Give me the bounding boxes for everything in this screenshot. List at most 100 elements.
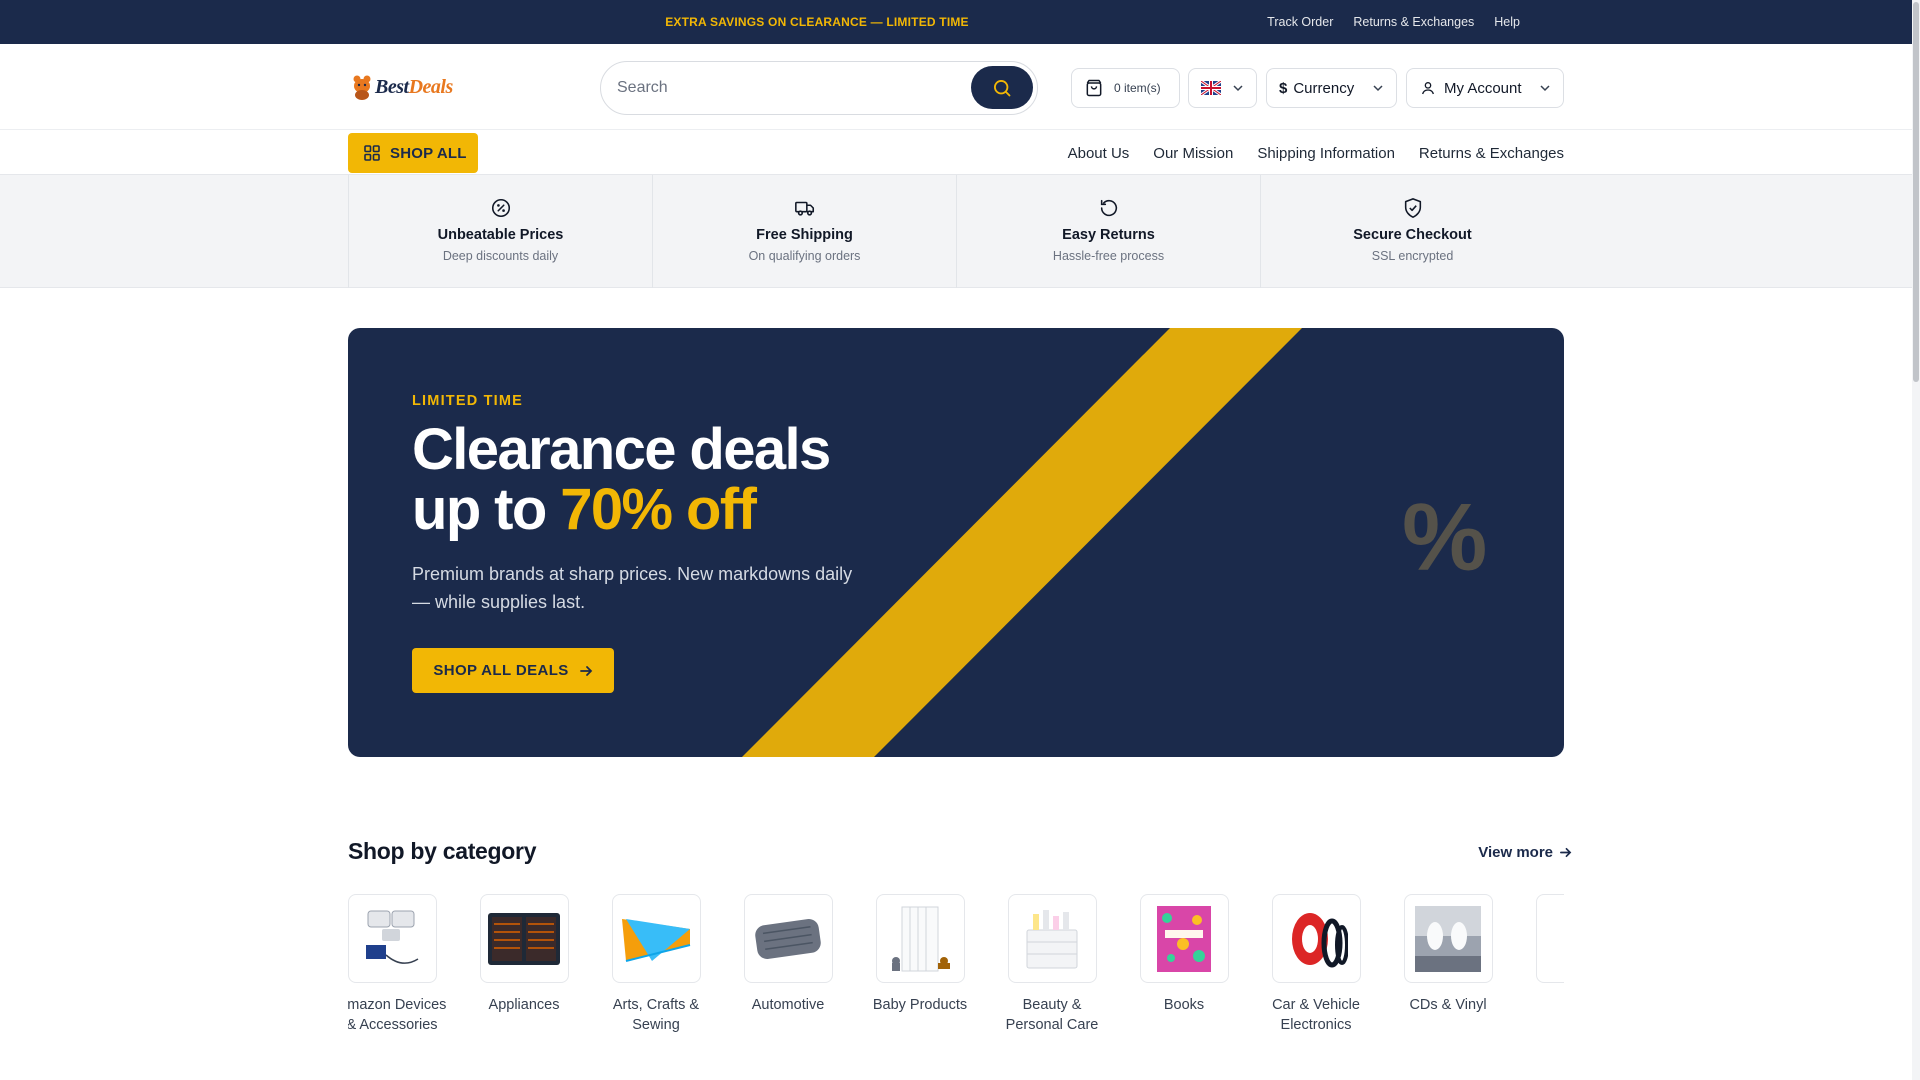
hero-banner: LIMITED TIME Clearance deals up to 70% o… (348, 328, 1564, 757)
feature-title: Unbeatable Prices (437, 227, 564, 243)
category-name: Amazon Devices & Accessories (348, 997, 447, 1033)
search-icon (994, 79, 1011, 96)
bear-logo-icon (353, 75, 371, 100)
feature-title: Free Shipping (756, 227, 853, 243)
badge-percent-icon (491, 198, 510, 218)
category-image (479, 894, 569, 983)
category-automotive[interactable]: Automotive (732, 894, 844, 1015)
category-image (743, 894, 833, 983)
category-arts-crafts-sewing[interactable]: Arts, Crafts & Sewing (600, 894, 712, 1034)
nav-shipping-information[interactable]: Shipping Information (1257, 145, 1395, 162)
category-baby-products[interactable]: Baby Products (864, 894, 976, 1015)
search-bar (600, 61, 1038, 115)
features-strip: Unbeatable Prices Deep discounts daily F… (0, 175, 1912, 288)
currency-selector[interactable]: $ Currency (1266, 68, 1397, 108)
help-link[interactable]: Help (1494, 15, 1520, 29)
feature-subtitle: Hassle-free process (1052, 249, 1165, 263)
cart-button[interactable]: 0 item(s) (1071, 68, 1180, 108)
logo-text-best: Best (375, 75, 409, 98)
category-beauty-personal-care[interactable]: Beauty & Personal Care (996, 894, 1108, 1034)
utility-links: Track Order Returns & Exchanges Help (1267, 0, 1520, 44)
category-name: CDs & Vinyl (1409, 997, 1487, 1013)
cta-label: SHOP ALL DEALS (433, 662, 569, 679)
feature-title: Secure Checkout (1353, 227, 1472, 243)
account-label: My Account (1444, 79, 1522, 97)
hero-headline-line1: Clearance deals (412, 417, 831, 482)
track-order-link[interactable]: Track Order (1267, 15, 1333, 29)
grid-icon (364, 145, 380, 161)
feature-unbeatable-prices: Unbeatable Prices Deep discounts daily (348, 175, 652, 288)
feature-easy-returns: Easy Returns Hassle-free process (956, 175, 1260, 288)
shopping-bag-icon (1086, 79, 1102, 97)
promo-bar: EXTRA SAVINGS ON CLEARANCE — LIMITED TIM… (0, 0, 1912, 44)
category-image (1139, 894, 1229, 983)
account-menu[interactable]: My Account (1406, 68, 1564, 108)
chevron-down-icon (1233, 85, 1243, 92)
site-logo[interactable]: Best Deals (351, 70, 453, 104)
chevron-down-icon (1373, 85, 1383, 92)
nav-our-mission[interactable]: Our Mission (1153, 145, 1233, 162)
logo-text-deals: Deals (408, 75, 454, 98)
shop-all-label: SHOP ALL (390, 144, 467, 162)
site-header: BestDeals 0 item(s) $ Currency My (0, 44, 1912, 130)
language-selector[interactable] (1188, 68, 1257, 108)
category-car-vehicle-electronics[interactable]: Car & Vehicle Electronics (1260, 894, 1372, 1034)
view-more-link[interactable]: View more (1478, 844, 1572, 861)
search-button[interactable] (971, 66, 1033, 109)
currency-symbol: $ (1279, 79, 1288, 97)
search-input[interactable] (617, 62, 957, 113)
category-image (611, 894, 701, 983)
uk-flag-icon (1201, 81, 1221, 95)
category-name: Appliances (488, 997, 560, 1013)
truck-icon (794, 201, 814, 216)
cart-count: 0 item(s) (1114, 81, 1161, 95)
shop-all-deals-button[interactable]: SHOP ALL DEALS (412, 648, 614, 693)
scrollbar-thumb[interactable] (1913, 2, 1919, 382)
category-books[interactable]: Books (1128, 894, 1240, 1015)
feature-subtitle: On qualifying orders (748, 249, 861, 263)
category-image (1007, 894, 1097, 983)
category-image (1535, 894, 1564, 983)
category-image (875, 894, 965, 983)
category-partial[interactable]: CeAc (1524, 894, 1564, 1034)
categories-title: Shop by category (348, 838, 537, 864)
nav-links: About Us Our Mission Shipping Informatio… (1068, 131, 1564, 175)
chevron-down-icon (1540, 85, 1550, 92)
user-icon (1422, 82, 1434, 95)
main-nav: SHOP ALL About Us Our Mission Shipping I… (0, 131, 1912, 175)
category-appliances[interactable]: Appliances (468, 894, 580, 1015)
hero-subtext: Premium brands at sharp prices. New mark… (412, 564, 853, 612)
category-name: Books (1163, 997, 1205, 1013)
shield-check-icon (1404, 198, 1421, 218)
category-image (1403, 894, 1493, 983)
hero-headline-accent: 70% off (560, 477, 757, 542)
arrow-right-icon (579, 665, 592, 676)
hero-headline: Clearance deals up to 70% off (412, 420, 952, 540)
view-more-label: View more (1478, 844, 1553, 861)
category-cds-vinyl[interactable]: CDs & Vinyl (1392, 894, 1504, 1015)
feature-secure-checkout: Secure Checkout SSL encrypted (1260, 175, 1564, 288)
feature-subtitle: Deep discounts daily (442, 249, 559, 263)
nav-about-us[interactable]: About Us (1068, 145, 1130, 162)
nav-returns-exchanges[interactable]: Returns & Exchanges (1419, 145, 1564, 162)
percent-decoration: % (1402, 484, 1488, 591)
category-carousel: Amazon Devices& Accessories Appliances (348, 894, 1564, 1034)
hero-eyebrow: LIMITED TIME (412, 393, 524, 409)
feature-free-shipping: Free Shipping On qualifying orders (652, 175, 956, 288)
category-amazon-devices[interactable]: Amazon Devices & Accessories (348, 894, 448, 1034)
category-name: Baby Products (872, 997, 968, 1013)
feature-title: Easy Returns (1062, 227, 1155, 243)
category-name: Arts, Crafts & Sewing (612, 997, 700, 1033)
feature-subtitle: SSL encrypted (1371, 249, 1454, 263)
hero-headline-prefix: up to (412, 477, 561, 542)
category-name: Automotive (751, 997, 825, 1013)
shop-all-button[interactable]: SHOP ALL (348, 133, 478, 173)
returns-exchanges-link[interactable]: Returns & Exchanges (1353, 15, 1474, 29)
category-image (348, 894, 437, 983)
category-name: Beauty & Personal Care (1005, 997, 1099, 1033)
rotate-ccw-icon (1100, 199, 1117, 217)
arrow-right-icon (1560, 847, 1572, 858)
currency-label: Currency (1293, 79, 1355, 97)
page-scrollbar[interactable] (1912, 0, 1920, 1080)
category-name: Car & Vehicle Electronics (1272, 997, 1360, 1033)
